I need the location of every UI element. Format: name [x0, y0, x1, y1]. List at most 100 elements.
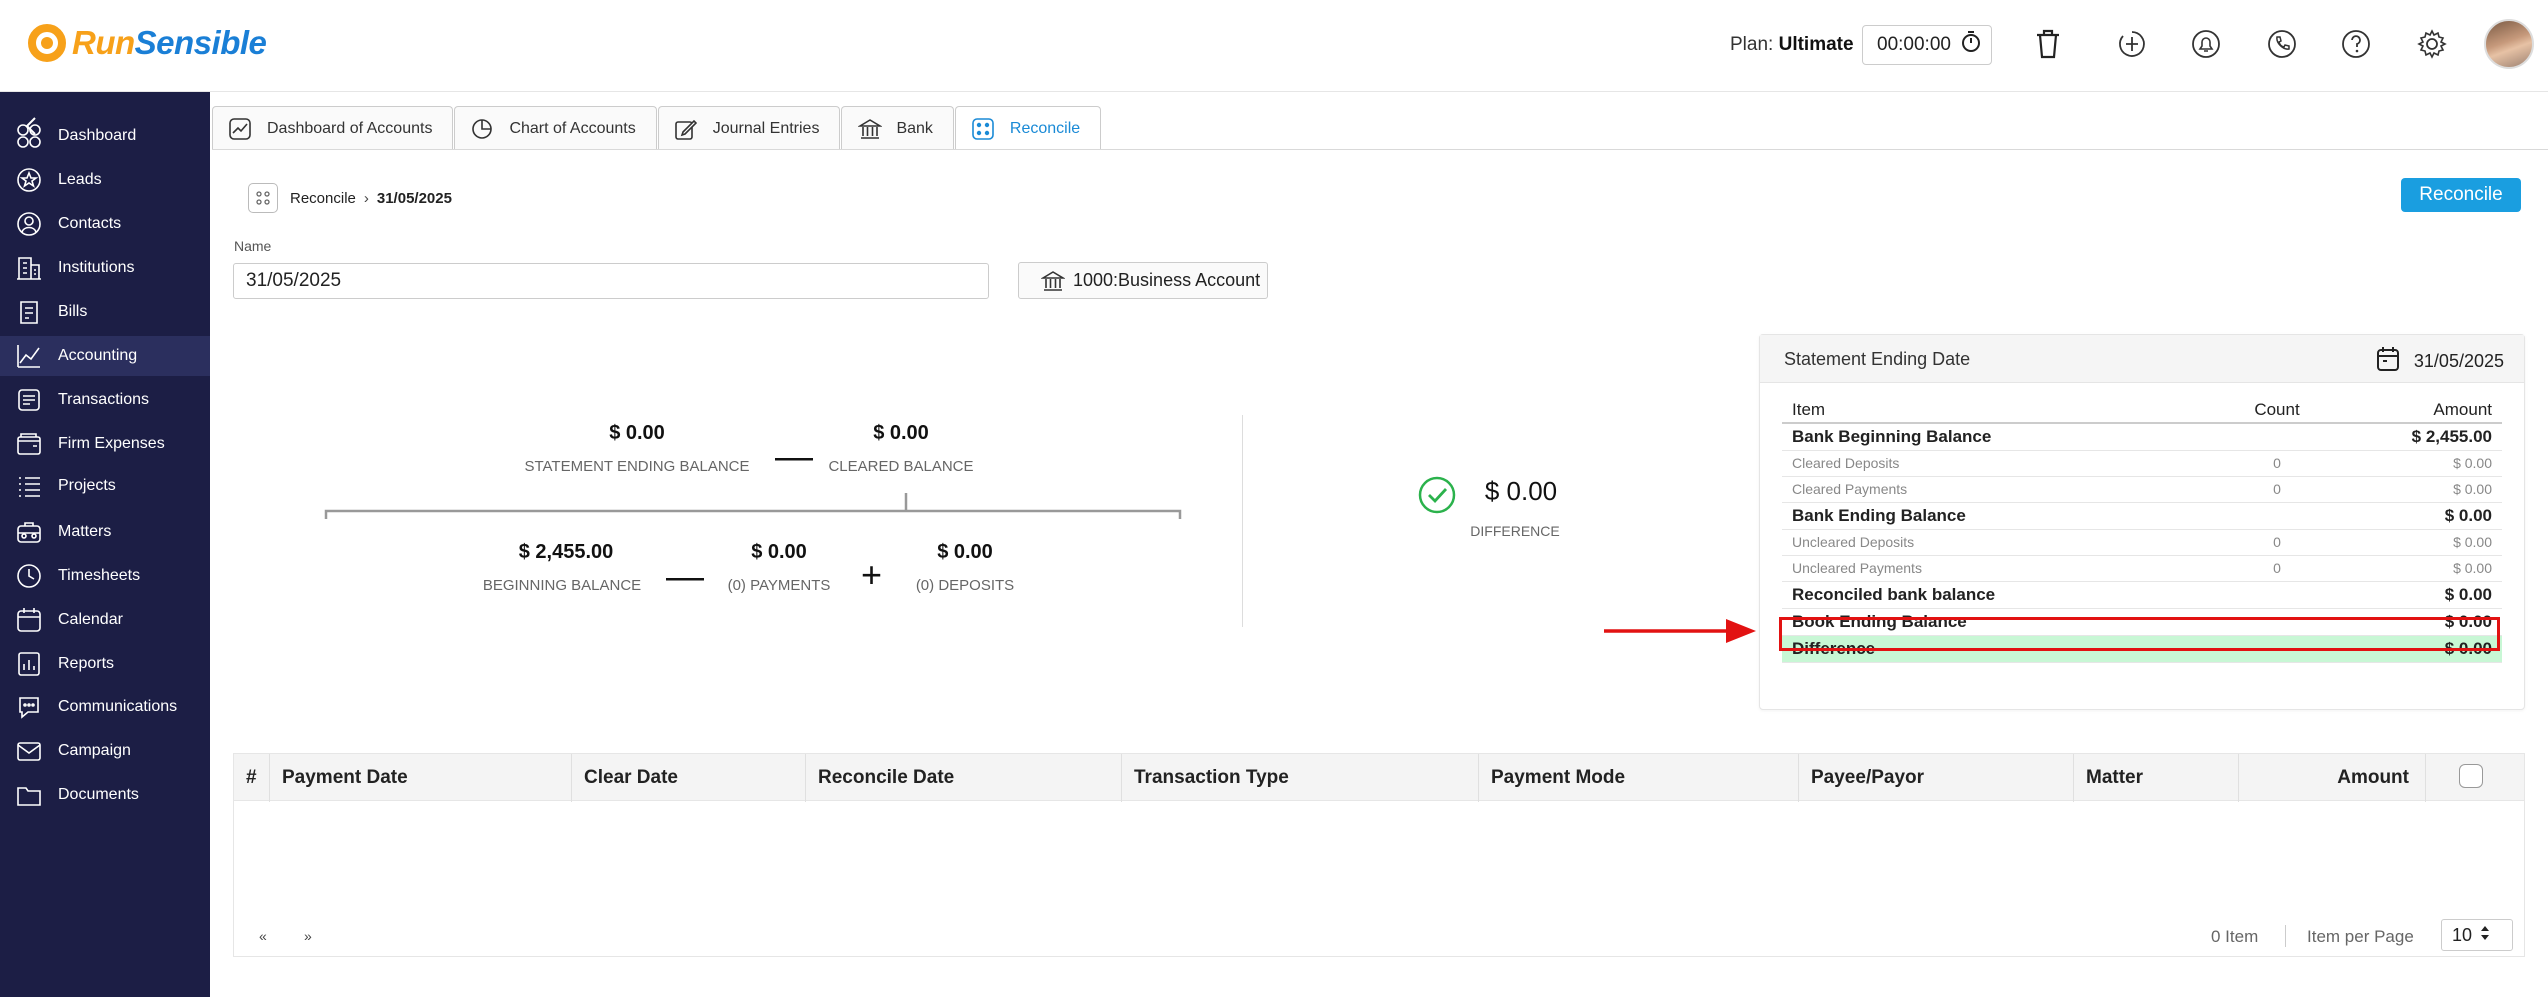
sort-arrows-icon — [2480, 925, 2490, 946]
mail-icon — [14, 736, 44, 766]
sidebar-item-transactions[interactable]: Transactions — [0, 380, 210, 420]
sidebar-item-label: Reports — [58, 654, 115, 672]
sidebar-item-campaign[interactable]: Campaign — [0, 731, 210, 771]
sidebar-item-label: Calendar — [58, 610, 123, 628]
sidebar-item-contacts[interactable]: Contacts — [0, 204, 210, 244]
sidebar-item-timesheets[interactable]: Timesheets — [0, 556, 210, 596]
col-payee-payor[interactable]: Payee/Payor — [1799, 754, 2074, 802]
report-icon — [14, 649, 44, 679]
sidebar-item-bills[interactable]: Bills — [0, 292, 210, 332]
tab-reconcile[interactable]: Reconcile — [954, 106, 1102, 150]
vertical-divider — [1242, 415, 1243, 627]
briefcase-icon — [14, 517, 44, 547]
col-amount[interactable]: Amount — [2239, 754, 2426, 802]
tab-label: Journal Entries — [712, 119, 820, 137]
payments-value: $ 0.00 — [751, 541, 807, 563]
recon-cell-item: Cleared Payments — [1782, 476, 2222, 503]
plan-label: Plan: — [1730, 34, 1774, 55]
statement-ending-date: 31/05/2025 — [2413, 351, 2504, 371]
sidebar-item-institutions[interactable]: Institutions — [0, 248, 210, 288]
bell-icon[interactable] — [2188, 26, 2224, 62]
phone-icon[interactable] — [2264, 26, 2300, 62]
calendar-icon[interactable] — [2376, 346, 2400, 377]
tab-chart-of-accounts[interactable]: Chart of Accounts — [454, 106, 657, 150]
pager-next[interactable]: » — [304, 928, 312, 944]
account-selector[interactable]: 1000:Business Account — [1018, 262, 1268, 299]
folder-icon — [14, 780, 44, 810]
tab-dashboard-of-accounts[interactable]: Dashboard of Accounts — [212, 106, 454, 150]
col-payment-mode[interactable]: Payment Mode — [1479, 754, 1799, 802]
col-clear-date[interactable]: Clear Date — [572, 754, 806, 802]
sidebar-item-label: Accounting — [58, 347, 138, 365]
breadcrumb: Reconcile › 31/05/2025 — [248, 183, 452, 213]
recon-row-uncleared-deposits: Uncleared Deposits 0 $ 0.00 — [1782, 529, 2502, 556]
cleared-balance-value: $ 0.00 — [873, 422, 929, 444]
recon-cell-count — [2222, 581, 2332, 609]
reconciliation-table: Item Count Amount Bank Beginning Balance… — [1782, 397, 2502, 663]
reconcile-icon — [972, 117, 996, 141]
stopwatch-icon[interactable] — [1961, 31, 1981, 59]
select-all-checkbox[interactable] — [2459, 764, 2483, 788]
col-count: Count — [2222, 397, 2332, 424]
col-reconcile-date[interactable]: Reconcile Date — [806, 754, 1122, 802]
tab-bank[interactable]: Bank — [841, 106, 954, 150]
gear-icon[interactable] — [2414, 26, 2450, 62]
reconcile-button[interactable]: Reconcile — [2401, 178, 2521, 212]
formula-bracket — [324, 493, 1182, 519]
breadcrumb-section[interactable]: Reconcile — [290, 190, 356, 207]
col-transaction-type[interactable]: Transaction Type — [1122, 754, 1479, 802]
sidebar-item-label: Transactions — [58, 390, 149, 408]
account-label: 1000:Business Account — [1073, 270, 1261, 290]
recon-cell-amount: $ 2,455.00 — [2332, 423, 2502, 451]
sidebar-item-leads[interactable]: Leads — [0, 160, 210, 200]
timer-value: 00:00:00 — [1877, 34, 1951, 55]
col-index[interactable]: # — [234, 754, 270, 802]
recon-row-book-ending-balance: Book Ending Balance $ 0.00 — [1782, 608, 2502, 636]
item-count: 0 Item — [2211, 927, 2259, 946]
pager-prev[interactable]: « — [259, 928, 267, 944]
recon-cell-count — [2222, 423, 2332, 451]
add-call-icon[interactable] — [2114, 26, 2150, 62]
recon-cell-count — [2222, 608, 2332, 636]
transactions-grid-body — [233, 801, 2525, 957]
list-icon — [14, 471, 44, 501]
name-input[interactable] — [233, 263, 989, 299]
transactions-grid-header: # Payment Date Clear Date Reconcile Date… — [233, 753, 2525, 802]
runsensible-logo[interactable]: RunSensible — [28, 24, 267, 62]
sidebar-item-reports[interactable]: Reports — [0, 644, 210, 684]
recon-row-uncleared-payments: Uncleared Payments 0 $ 0.00 — [1782, 555, 2502, 582]
beginning-balance-value: $ 2,455.00 — [518, 541, 614, 563]
trash-icon[interactable] — [2030, 26, 2066, 62]
sidebar-item-communications[interactable]: Communications — [0, 687, 210, 727]
cleared-balance-label: CLEARED BALANCE — [828, 458, 974, 475]
sidebar-item-label: Projects — [58, 477, 116, 495]
sidebar-item-calendar[interactable]: Calendar — [0, 600, 210, 640]
difference-label: DIFFERENCE — [1470, 523, 1560, 539]
recon-cell-item: Bank Beginning Balance — [1782, 423, 2222, 451]
bank-icon — [1041, 270, 1065, 292]
recon-cell-amount: $ 0.00 — [2332, 476, 2502, 503]
tab-divider — [212, 149, 2548, 150]
tab-journal-entries[interactable]: Journal Entries — [657, 106, 841, 150]
tab-label: Reconcile — [1009, 119, 1081, 137]
recon-row-cleared-payments: Cleared Payments 0 $ 0.00 — [1782, 476, 2502, 503]
sidebar-item-accounting[interactable]: Accounting — [0, 336, 210, 377]
user-avatar[interactable] — [2484, 19, 2534, 69]
help-icon[interactable] — [2338, 26, 2374, 62]
sidebar-item-projects[interactable]: Projects — [0, 466, 210, 506]
sidebar-item-label: Campaign — [58, 742, 131, 760]
col-payment-date[interactable]: Payment Date — [270, 754, 572, 802]
sidebar-item-dashboard[interactable]: Dashboard — [0, 116, 210, 156]
name-label: Name — [234, 238, 272, 254]
statement-ending-date-picker[interactable]: 31/05/2025 — [2376, 346, 2504, 377]
items-per-page-select[interactable]: 10 — [2441, 919, 2513, 951]
sidebar-item-documents[interactable]: Documents — [0, 775, 210, 815]
accounting-tabs: Dashboard of Accounts Chart of Accounts … — [212, 106, 1102, 150]
col-matter[interactable]: Matter — [2074, 754, 2239, 802]
plan-indicator: Plan: Ultimate — [1730, 34, 1854, 56]
contact-icon — [14, 209, 44, 239]
sidebar-item-matters[interactable]: Matters — [0, 512, 210, 552]
sidebar-item-firm-expenses[interactable]: Firm Expenses — [0, 424, 210, 464]
recon-cell-count: 0 — [2222, 529, 2332, 556]
timer-widget[interactable]: 00:00:00 — [1862, 25, 1992, 65]
